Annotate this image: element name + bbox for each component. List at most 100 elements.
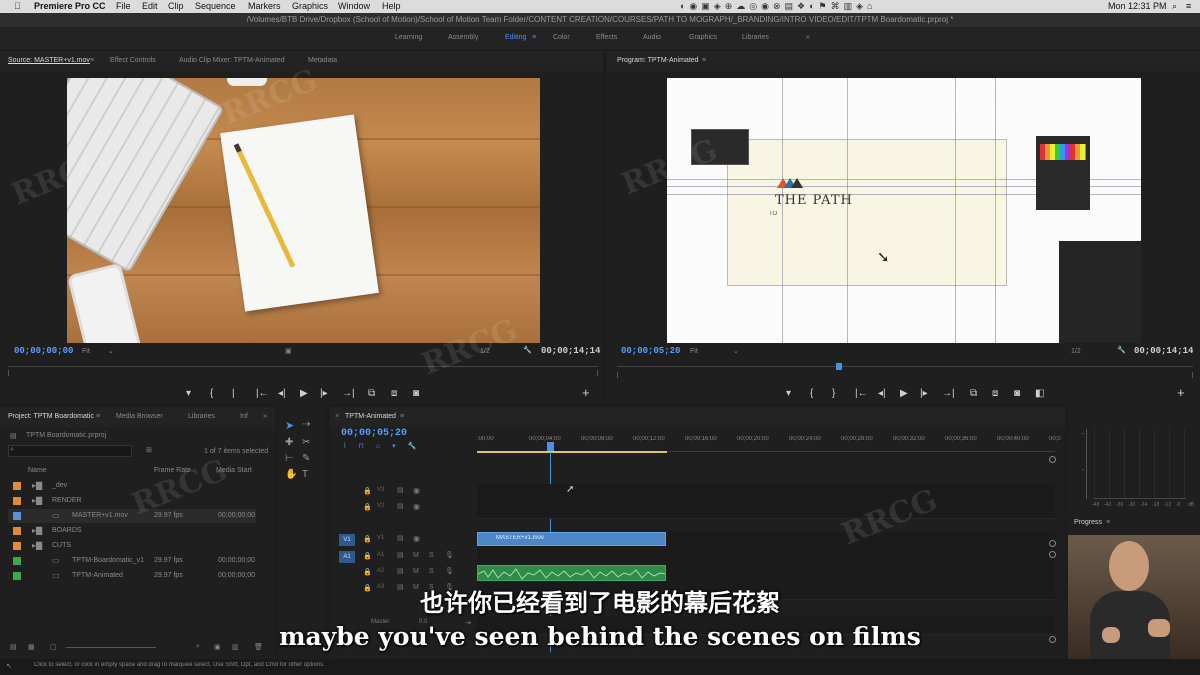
scroll-handle[interactable] <box>1049 540 1056 547</box>
menu-edit[interactable]: Edit <box>142 1 158 11</box>
step-back-icon[interactable]: ◂| <box>878 388 886 399</box>
lock-icon[interactable]: 🔒 <box>363 552 372 560</box>
source-scrub-bar[interactable] <box>8 366 598 367</box>
workspace-graphics[interactable]: Graphics <box>689 34 717 41</box>
lock-icon[interactable]: 🔒 <box>363 503 372 511</box>
sync-lock-icon[interactable]: ▤ <box>397 567 404 575</box>
timeline-timecode[interactable]: 00;00;05;20 <box>341 428 407 439</box>
menu-graphics[interactable]: Graphics <box>292 1 328 11</box>
eye-icon[interactable]: ◉ <box>413 486 420 495</box>
work-area-bar[interactable] <box>477 451 667 453</box>
source-video-frame[interactable] <box>67 78 540 343</box>
list-item[interactable]: ▸▇ BOARDS <box>8 524 256 538</box>
step-forward-icon[interactable]: |▸ <box>320 388 328 399</box>
workspace-libraries[interactable]: Libraries <box>742 34 769 41</box>
program-fit-select[interactable]: Fit <box>690 348 698 355</box>
lift-icon[interactable]: ⧉ <box>970 388 977 399</box>
slip-tool-icon[interactable]: ⊢ <box>285 453 294 464</box>
go-to-out-icon[interactable]: →| <box>342 388 355 399</box>
chevron-down-icon[interactable]: ⌄ <box>108 347 114 355</box>
add-marker-icon[interactable]: ▾ <box>186 388 191 399</box>
track-header-v2[interactable]: 🔒 V2 ▤ ◉ <box>333 500 477 519</box>
microphone-icon[interactable]: 🎙 <box>445 551 454 559</box>
workspace-assembly[interactable]: Assembly <box>448 34 478 41</box>
go-to-in-icon[interactable]: |← <box>855 388 868 399</box>
eye-icon[interactable]: ◉ <box>413 534 420 543</box>
track-lane-v2[interactable] <box>477 500 1055 519</box>
type-tool-icon[interactable]: T <box>302 469 308 480</box>
play-icon[interactable]: ▶ <box>900 388 908 399</box>
scroll-handle[interactable] <box>1049 456 1056 463</box>
program-menu-icon[interactable]: ≡ <box>702 57 706 64</box>
label-color-swatch[interactable] <box>13 497 21 505</box>
app-name[interactable]: Premiere Pro CC <box>34 1 106 11</box>
source-patch[interactable]: A1 <box>339 551 355 563</box>
workspace-audio[interactable]: Audio <box>643 34 661 41</box>
menu-markers[interactable]: Markers <box>248 1 281 11</box>
source-settings-icon[interactable]: ▣ <box>285 347 292 355</box>
pen-tool-icon[interactable]: ✎ <box>302 453 310 464</box>
tab-project[interactable]: Project: TPTM Boardomatic <box>8 413 94 420</box>
mark-out-icon[interactable]: | <box>232 388 235 399</box>
lock-icon[interactable]: 🔒 <box>363 487 372 495</box>
project-menu-icon[interactable]: ≡ <box>96 413 100 420</box>
panel-overflow-icon[interactable]: » <box>263 413 267 420</box>
lock-icon[interactable]: 🔒 <box>363 568 372 576</box>
label-color-swatch[interactable] <box>13 482 21 490</box>
list-item[interactable]: ▭ MASTER+v1.mov 29.97 fps 00;00;00;00 <box>8 509 256 523</box>
label-color-swatch[interactable] <box>13 557 21 565</box>
program-timecode[interactable]: 00;00;05;20 <box>621 346 680 356</box>
eye-icon[interactable]: ◉ <box>413 502 420 511</box>
audio-clip[interactable] <box>477 565 666 581</box>
solo-icon[interactable]: S <box>429 568 434 575</box>
tab-source[interactable]: Source: MASTER+v1.mov <box>8 57 90 64</box>
source-timecode[interactable]: 00;00;00;00 <box>14 346 73 356</box>
tab-effect-controls[interactable]: Effect Controls <box>110 57 156 64</box>
tab-audio-clip-mixer[interactable]: Audio Clip Mixer: TPTM-Animated <box>179 57 285 64</box>
timeline-menu-icon[interactable]: ≡ <box>400 413 404 420</box>
extract-icon[interactable]: ⧈ <box>992 388 998 399</box>
razor-tool-icon[interactable]: ✂ <box>302 437 310 448</box>
new-bin-icon[interactable]: ⊞ <box>146 446 152 454</box>
tab-libraries[interactable]: Libraries <box>188 413 215 420</box>
program-zoom-bar[interactable] <box>617 372 1193 378</box>
tab-metadata[interactable]: Metadata <box>308 57 337 64</box>
lock-icon[interactable]: 🔒 <box>363 535 372 543</box>
step-back-icon[interactable]: ◂| <box>278 388 286 399</box>
source-patch[interactable]: V1 <box>339 534 355 546</box>
workspace-color[interactable]: Color <box>553 34 570 41</box>
menu-window[interactable]: Window <box>338 1 370 11</box>
label-color-swatch[interactable] <box>13 572 21 580</box>
timeline-ruler[interactable]: :00;00 00;00;04;00 00;00;08;00 00;00;12;00 0… <box>477 430 1061 452</box>
hand-tool-icon[interactable]: ✋ <box>285 469 297 480</box>
sync-lock-icon[interactable]: ▤ <box>397 502 404 510</box>
list-item[interactable]: ▭ TPTM-Boardomatic_v1 29.97 fps 00;00;00;00 <box>8 554 256 568</box>
mark-in-icon[interactable]: { <box>810 388 813 399</box>
step-forward-icon[interactable]: |▸ <box>920 388 928 399</box>
microphone-icon[interactable]: 🎙 <box>445 567 454 575</box>
tab-info[interactable]: Inf <box>240 413 248 420</box>
tab-timeline[interactable]: TPTM-Animated <box>345 413 396 420</box>
program-playhead[interactable] <box>836 363 842 370</box>
search-icon[interactable]: ⌕ <box>10 446 14 454</box>
source-zoom-bar[interactable] <box>8 370 598 376</box>
menu-sequence[interactable]: Sequence <box>195 1 236 11</box>
workspace-effects[interactable]: Effects <box>596 34 617 41</box>
insert-icon[interactable]: ⧉ <box>368 388 375 399</box>
sync-lock-icon[interactable]: ▤ <box>397 486 404 494</box>
menu-clip[interactable]: Clip <box>168 1 184 11</box>
search-icon[interactable]: ⌕ <box>1172 1 1177 12</box>
label-color-swatch[interactable] <box>13 512 21 520</box>
menu-list-icon[interactable]: ≡ <box>1186 1 1191 11</box>
timeline-playhead-handle[interactable] <box>547 442 554 451</box>
ripple-edit-tool-icon[interactable]: ✚ <box>285 437 293 448</box>
sync-lock-icon[interactable]: ▤ <box>397 551 404 559</box>
workspace-menu-icon[interactable]: ≡ <box>532 34 536 41</box>
camera-icon[interactable]: ◙ <box>1014 388 1020 399</box>
overwrite-icon[interactable]: ⧈ <box>391 388 397 399</box>
play-icon[interactable]: ▶ <box>300 388 308 399</box>
mark-out-icon[interactable]: } <box>832 388 835 399</box>
workspace-overflow-icon[interactable]: » <box>806 34 810 41</box>
status-icons[interactable]: ◐◉▣◈⊕☁◎◉⊗▤❖◐⚑⌘▥◈⌂ <box>680 1 876 12</box>
workspace-learning[interactable]: Learning <box>395 34 422 41</box>
